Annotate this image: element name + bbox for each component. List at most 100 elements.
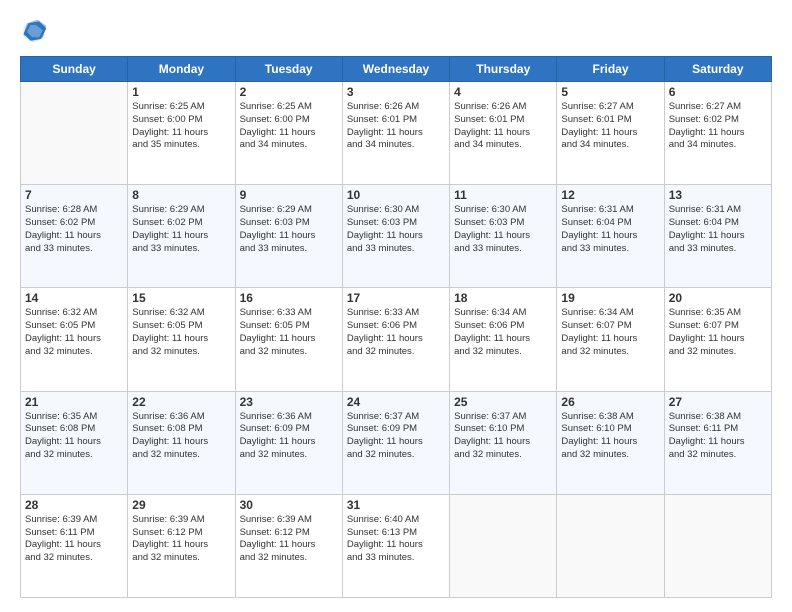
calendar-header-row: SundayMondayTuesdayWednesdayThursdayFrid… — [21, 57, 772, 82]
day-number: 21 — [25, 395, 123, 409]
day-info: Sunrise: 6:25 AMSunset: 6:00 PMDaylight:… — [240, 101, 338, 152]
calendar-day-cell: 13 Sunrise: 6:31 AMSunset: 6:04 PMDayligh… — [664, 185, 771, 288]
calendar-day-cell: 8 Sunrise: 6:29 AMSunset: 6:02 PMDaylight… — [128, 185, 235, 288]
page: SundayMondayTuesdayWednesdayThursdayFrid… — [0, 0, 792, 612]
calendar-day-cell — [664, 494, 771, 597]
day-info: Sunrise: 6:38 AMSunset: 6:11 PMDaylight:… — [669, 411, 767, 462]
day-number: 13 — [669, 188, 767, 202]
day-number: 27 — [669, 395, 767, 409]
calendar-day-header: Monday — [128, 57, 235, 82]
day-number: 2 — [240, 85, 338, 99]
day-info: Sunrise: 6:26 AMSunset: 6:01 PMDaylight:… — [454, 101, 552, 152]
day-number: 10 — [347, 188, 445, 202]
day-info: Sunrise: 6:30 AMSunset: 6:03 PMDaylight:… — [347, 204, 445, 255]
day-number: 7 — [25, 188, 123, 202]
calendar-day-cell: 15 Sunrise: 6:32 AMSunset: 6:05 PMDayligh… — [128, 288, 235, 391]
calendar-day-cell: 27 Sunrise: 6:38 AMSunset: 6:11 PMDayligh… — [664, 391, 771, 494]
day-info: Sunrise: 6:37 AMSunset: 6:09 PMDaylight:… — [347, 411, 445, 462]
day-info: Sunrise: 6:38 AMSunset: 6:10 PMDaylight:… — [561, 411, 659, 462]
day-info: Sunrise: 6:39 AMSunset: 6:12 PMDaylight:… — [240, 514, 338, 565]
day-info: Sunrise: 6:36 AMSunset: 6:09 PMDaylight:… — [240, 411, 338, 462]
day-number: 15 — [132, 291, 230, 305]
day-number: 29 — [132, 498, 230, 512]
calendar-day-cell: 29Sunrise: 6:39 AMSunset: 6:12 PMDayligh… — [128, 494, 235, 597]
day-info: Sunrise: 6:33 AMSunset: 6:06 PMDaylight:… — [347, 307, 445, 358]
day-info: Sunrise: 6:30 AMSunset: 6:03 PMDaylight:… — [454, 204, 552, 255]
calendar-day-cell: 30 Sunrise: 6:39 AMSunset: 6:12 PMDayligh… — [235, 494, 342, 597]
day-info: Sunrise: 6:25 AMSunset: 6:00 PMDaylight:… — [132, 101, 230, 152]
day-info: Sunrise: 6:32 AMSunset: 6:05 PMDaylight:… — [132, 307, 230, 358]
day-info: Sunrise: 6:34 AMSunset: 6:06 PMDaylight:… — [454, 307, 552, 358]
calendar-week-row: 1 Sunrise: 6:25 AMSunset: 6:00 PMDaylight… — [21, 82, 772, 185]
day-info: Sunrise: 6:32 AMSunset: 6:05 PMDaylight:… — [25, 307, 123, 358]
calendar-day-cell: 3Sunrise: 6:26 AMSunset: 6:01 PMDaylight… — [342, 82, 449, 185]
day-info: Sunrise: 6:39 AMSunset: 6:11 PMDaylight:… — [25, 514, 123, 565]
day-number: 25 — [454, 395, 552, 409]
calendar-day-cell: 4Sunrise: 6:26 AMSunset: 6:01 PMDaylight… — [450, 82, 557, 185]
day-number: 5 — [561, 85, 659, 99]
day-info: Sunrise: 6:29 AMSunset: 6:02 PMDaylight:… — [132, 204, 230, 255]
day-info: Sunrise: 6:28 AMSunset: 6:02 PMDaylight:… — [25, 204, 123, 255]
calendar-day-header: Sunday — [21, 57, 128, 82]
day-info: Sunrise: 6:40 AMSunset: 6:13 PMDaylight:… — [347, 514, 445, 565]
calendar-day-cell — [557, 494, 664, 597]
calendar-day-header: Thursday — [450, 57, 557, 82]
day-number: 24 — [347, 395, 445, 409]
calendar-day-header: Tuesday — [235, 57, 342, 82]
calendar-week-row: 21 Sunrise: 6:35 AMSunset: 6:08 PMDayligh… — [21, 391, 772, 494]
calendar-day-cell: 26 Sunrise: 6:38 AMSunset: 6:10 PMDayligh… — [557, 391, 664, 494]
day-number: 30 — [240, 498, 338, 512]
day-info: Sunrise: 6:31 AMSunset: 6:04 PMDaylight:… — [561, 204, 659, 255]
day-info: Sunrise: 6:36 AMSunset: 6:08 PMDaylight:… — [132, 411, 230, 462]
calendar-day-cell: 31 Sunrise: 6:40 AMSunset: 6:13 PMDayligh… — [342, 494, 449, 597]
calendar-day-cell: 14 Sunrise: 6:32 AMSunset: 6:05 PMDayligh… — [21, 288, 128, 391]
calendar-day-cell: 20 Sunrise: 6:35 AMSunset: 6:07 PMDayligh… — [664, 288, 771, 391]
day-info: Sunrise: 6:31 AMSunset: 6:04 PMDaylight:… — [669, 204, 767, 255]
calendar-week-row: 28 Sunrise: 6:39 AMSunset: 6:11 PMDayligh… — [21, 494, 772, 597]
day-number: 12 — [561, 188, 659, 202]
day-number: 22 — [132, 395, 230, 409]
calendar-day-cell: 21 Sunrise: 6:35 AMSunset: 6:08 PMDayligh… — [21, 391, 128, 494]
day-number: 18 — [454, 291, 552, 305]
calendar-day-header: Friday — [557, 57, 664, 82]
day-number: 28 — [25, 498, 123, 512]
day-number: 16 — [240, 291, 338, 305]
day-info: Sunrise: 6:33 AMSunset: 6:05 PMDaylight:… — [240, 307, 338, 358]
day-number: 26 — [561, 395, 659, 409]
day-number: 9 — [240, 188, 338, 202]
calendar-day-cell: 25 Sunrise: 6:37 AMSunset: 6:10 PMDayligh… — [450, 391, 557, 494]
day-info: Sunrise: 6:35 AMSunset: 6:08 PMDaylight:… — [25, 411, 123, 462]
day-number: 20 — [669, 291, 767, 305]
calendar-day-cell: 24 Sunrise: 6:37 AMSunset: 6:09 PMDayligh… — [342, 391, 449, 494]
calendar-day-cell: 6Sunrise: 6:27 AMSunset: 6:02 PMDaylight… — [664, 82, 771, 185]
day-info: Sunrise: 6:29 AMSunset: 6:03 PMDaylight:… — [240, 204, 338, 255]
day-number: 6 — [669, 85, 767, 99]
logo-icon — [20, 18, 48, 46]
day-number: 17 — [347, 291, 445, 305]
calendar-day-cell: 9 Sunrise: 6:29 AMSunset: 6:03 PMDaylight… — [235, 185, 342, 288]
day-info: Sunrise: 6:34 AMSunset: 6:07 PMDaylight:… — [561, 307, 659, 358]
day-number: 14 — [25, 291, 123, 305]
day-info: Sunrise: 6:26 AMSunset: 6:01 PMDaylight:… — [347, 101, 445, 152]
day-number: 1 — [132, 85, 230, 99]
calendar-day-cell: 18 Sunrise: 6:34 AMSunset: 6:06 PMDayligh… — [450, 288, 557, 391]
day-number: 11 — [454, 188, 552, 202]
day-info: Sunrise: 6:27 AMSunset: 6:01 PMDaylight:… — [561, 101, 659, 152]
day-number: 8 — [132, 188, 230, 202]
calendar-day-cell: 12 Sunrise: 6:31 AMSunset: 6:04 PMDayligh… — [557, 185, 664, 288]
calendar-day-cell — [21, 82, 128, 185]
day-number: 31 — [347, 498, 445, 512]
calendar-day-header: Wednesday — [342, 57, 449, 82]
calendar-table: SundayMondayTuesdayWednesdayThursdayFrid… — [20, 56, 772, 598]
day-info: Sunrise: 6:35 AMSunset: 6:07 PMDaylight:… — [669, 307, 767, 358]
calendar-week-row: 14 Sunrise: 6:32 AMSunset: 6:05 PMDayligh… — [21, 288, 772, 391]
calendar-day-cell: 22 Sunrise: 6:36 AMSunset: 6:08 PMDayligh… — [128, 391, 235, 494]
calendar-day-cell: 16 Sunrise: 6:33 AMSunset: 6:05 PMDayligh… — [235, 288, 342, 391]
calendar-day-cell: 19Sunrise: 6:34 AMSunset: 6:07 PMDayligh… — [557, 288, 664, 391]
calendar-day-cell: 17 Sunrise: 6:33 AMSunset: 6:06 PMDayligh… — [342, 288, 449, 391]
calendar-day-cell: 23Sunrise: 6:36 AMSunset: 6:09 PMDayligh… — [235, 391, 342, 494]
calendar-day-cell: 5 Sunrise: 6:27 AMSunset: 6:01 PMDaylight… — [557, 82, 664, 185]
calendar-day-cell: 10 Sunrise: 6:30 AMSunset: 6:03 PMDayligh… — [342, 185, 449, 288]
calendar-day-header: Saturday — [664, 57, 771, 82]
day-info: Sunrise: 6:37 AMSunset: 6:10 PMDaylight:… — [454, 411, 552, 462]
